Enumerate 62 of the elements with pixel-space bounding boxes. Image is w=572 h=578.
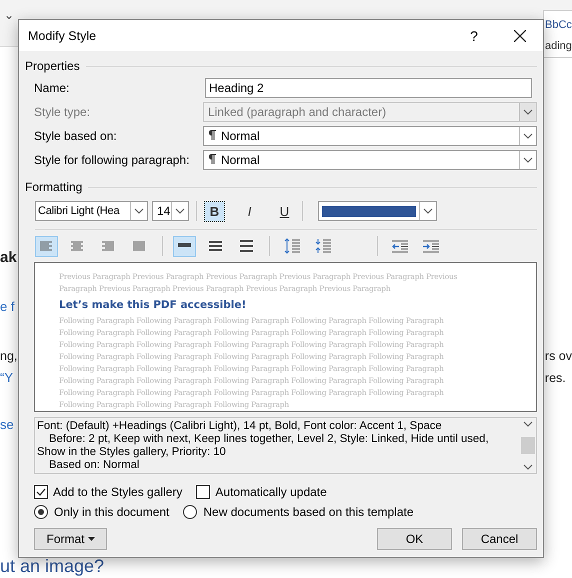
align-justify-icon bbox=[133, 240, 146, 252]
font-color-dropdown[interactable] bbox=[318, 201, 437, 221]
align-right-icon bbox=[102, 240, 115, 252]
name-field[interactable]: Heading 2 bbox=[205, 78, 532, 98]
option-radio[interactable]: New documents based on this template bbox=[183, 505, 414, 519]
check-icon bbox=[36, 488, 46, 496]
style-name: ading bbox=[545, 40, 572, 53]
close-icon bbox=[514, 30, 526, 42]
dialog-title: Modify Style bbox=[28, 28, 98, 42]
document-link[interactable]: e f bbox=[0, 297, 14, 317]
paragraph-spacing-icon bbox=[284, 238, 300, 254]
description-text: Show in the Styles gallery, Priority: 10 bbox=[37, 446, 227, 459]
dialog-button[interactable]: OK bbox=[377, 528, 452, 550]
bold-button[interactable]: B bbox=[204, 200, 225, 222]
document-text: ak bbox=[0, 248, 17, 268]
format-button[interactable]: Format bbox=[34, 528, 107, 550]
pilcrow-icon bbox=[208, 154, 216, 164]
line-spacing-icon bbox=[240, 240, 253, 252]
preview-heading: Let’s make this PDF accessible! bbox=[59, 298, 248, 313]
align-left-icon bbox=[40, 240, 53, 252]
field-label: Style for following paragraph: bbox=[34, 153, 190, 167]
italic-button[interactable]: I bbox=[239, 200, 260, 222]
document-text: res. bbox=[544, 370, 566, 387]
option-radio[interactable]: Only in this document bbox=[34, 505, 170, 519]
paragraph-spacing-icon bbox=[314, 238, 330, 254]
field-label: Style based on: bbox=[34, 129, 118, 143]
document-text: ng, bbox=[0, 348, 18, 365]
pilcrow-icon bbox=[208, 130, 216, 140]
style-dropdown[interactable]: Normal bbox=[202, 126, 537, 146]
styles-gallery[interactable]: BbCc ading bbox=[543, 10, 572, 58]
group-heading: Formatting bbox=[25, 180, 82, 194]
document-link[interactable]: se bbox=[0, 415, 14, 435]
description-text: Based on: Normal bbox=[48, 459, 140, 472]
field-label: Style type: bbox=[34, 105, 92, 119]
checkbox[interactable] bbox=[196, 485, 210, 499]
alignment-button[interactable] bbox=[35, 236, 58, 256]
checkbox[interactable] bbox=[34, 485, 48, 499]
style-dropdown[interactable]: Normal bbox=[202, 150, 537, 170]
help-button[interactable]: ? bbox=[451, 20, 497, 51]
document-link[interactable]: “Y bbox=[0, 368, 13, 388]
line-spacing-icon bbox=[209, 240, 222, 252]
radio-button[interactable] bbox=[183, 505, 198, 519]
document-text: rs ov bbox=[544, 348, 572, 365]
ribbon-caret[interactable]: ⌄ bbox=[0, 0, 14, 46]
font-dropdown[interactable]: Calibri Light (Hea bbox=[35, 201, 148, 221]
increase-indent-icon bbox=[422, 240, 438, 252]
option-checkbox[interactable]: Automatically update bbox=[196, 485, 327, 499]
caret-icon bbox=[88, 537, 94, 541]
description-text: Font: (Default) +Headings (Calibri Light), 14 pt, Bold, Font color: Accent 1, Space bbox=[37, 420, 443, 433]
group-heading: Properties bbox=[25, 59, 80, 73]
radio-button[interactable] bbox=[34, 505, 48, 519]
field-label: Name: bbox=[34, 81, 70, 95]
option-checkbox[interactable]: Add to the Styles gallery bbox=[34, 485, 182, 499]
font-size-dropdown[interactable]: 14 bbox=[152, 201, 189, 221]
style-sample: BbCc bbox=[545, 19, 572, 32]
line-spacing-button[interactable] bbox=[173, 236, 196, 256]
align-center-icon bbox=[71, 240, 84, 252]
underline-button[interactable]: U bbox=[274, 200, 295, 222]
dialog-button[interactable]: Cancel bbox=[462, 528, 537, 550]
document-text: ut an image? bbox=[0, 556, 104, 576]
decrease-indent-icon bbox=[392, 240, 408, 252]
description-text: Before: 2 pt, Keep with next, Keep lines together, Level 2, Style: Linked, Hide until used, bbox=[48, 433, 490, 446]
